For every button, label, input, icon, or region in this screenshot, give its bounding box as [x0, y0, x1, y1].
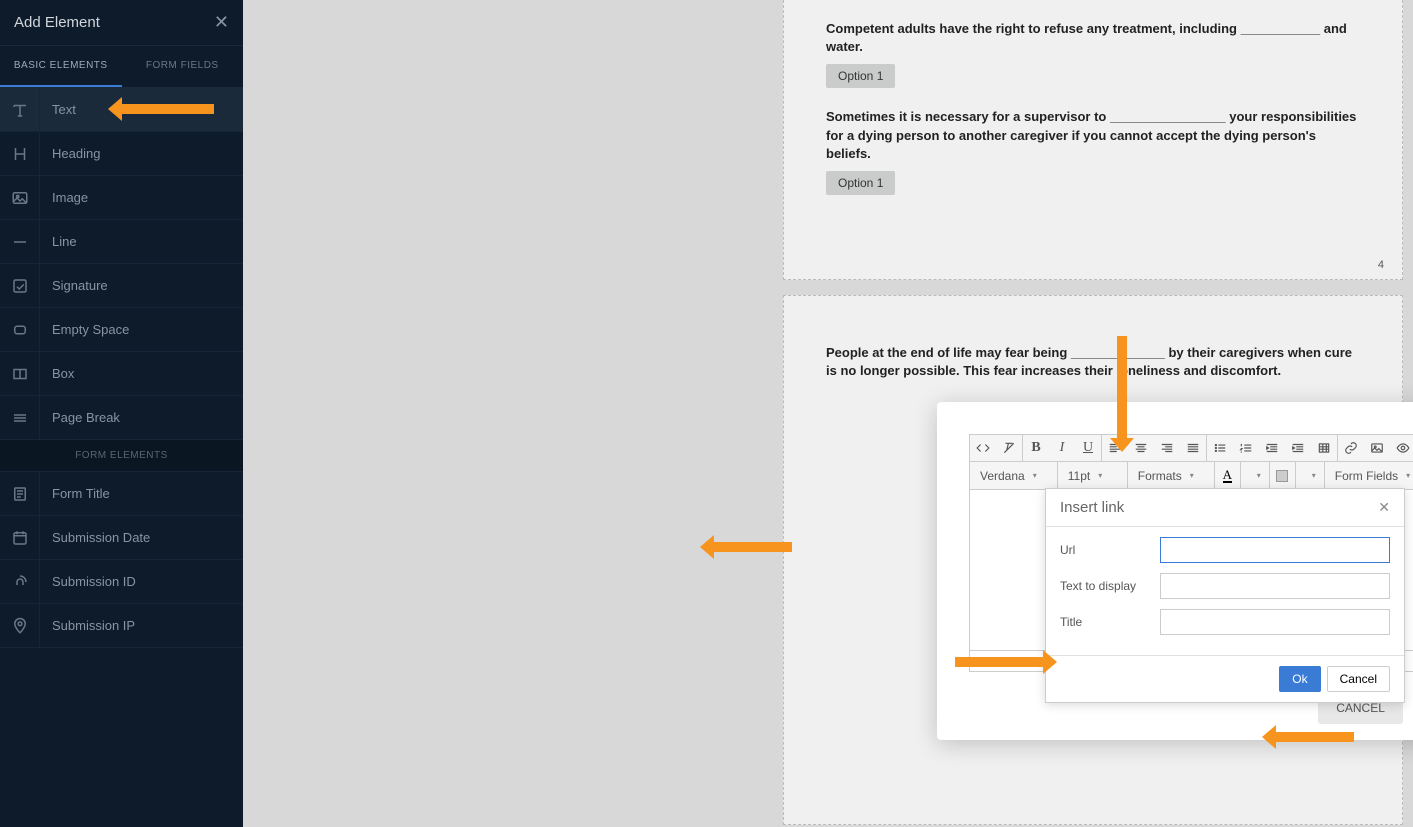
signature-icon: [0, 264, 40, 308]
heading-icon: [0, 132, 40, 176]
sidebar-item-signature[interactable]: Signature: [0, 264, 243, 308]
empty-space-icon: [0, 308, 40, 352]
question-text: Competent adults have the right to refus…: [826, 20, 1360, 56]
sidebar-list: Text Heading Image Line Signature Empty …: [0, 88, 243, 827]
question-text: Sometimes it is necessary for a supervis…: [826, 108, 1360, 163]
align-right-icon[interactable]: [1154, 435, 1180, 461]
option-chip[interactable]: Option 1: [826, 171, 895, 195]
text-to-display-label: Text to display: [1060, 579, 1160, 593]
tab-basic-elements[interactable]: BASIC ELEMENTS: [0, 46, 122, 87]
link-ok-button[interactable]: Ok: [1279, 666, 1320, 692]
link-popup-title: Insert link: [1060, 499, 1124, 516]
editor-toolbar-row-1: B I U: [970, 435, 1413, 462]
url-label: Url: [1060, 543, 1160, 557]
sidebar-item-text[interactable]: Text: [0, 88, 243, 132]
sidebar-item-label: Heading: [40, 146, 100, 161]
align-left-icon[interactable]: [1102, 435, 1128, 461]
tab-form-fields[interactable]: FORM FIELDS: [122, 46, 244, 87]
text-color-dropdown[interactable]: [1241, 462, 1270, 489]
sidebar-item-label: Image: [40, 190, 88, 205]
formats-select[interactable]: Formats: [1128, 462, 1215, 489]
bullet-list-icon[interactable]: [1207, 435, 1233, 461]
italic-button[interactable]: I: [1049, 435, 1075, 461]
sidebar-item-submission-ip[interactable]: Submission IP: [0, 604, 243, 648]
editor-toolbar-row-2: Verdana 11pt Formats A Form Fields: [970, 462, 1413, 490]
text-editor-modal: ✕ B I U: [937, 402, 1413, 740]
number-list-icon[interactable]: [1233, 435, 1259, 461]
sidebar: Add Element ✕ BASIC ELEMENTS FORM FIELDS…: [0, 0, 243, 827]
title-label: Title: [1060, 615, 1160, 629]
canvas: Competent adults have the right to refus…: [243, 0, 1413, 827]
text-color-button[interactable]: A: [1215, 462, 1241, 489]
sidebar-item-submission-id[interactable]: Submission ID: [0, 560, 243, 604]
sidebar-item-label: Submission IP: [40, 618, 135, 633]
sidebar-item-box[interactable]: Box: [0, 352, 243, 396]
image-icon: [0, 176, 40, 220]
clear-format-icon[interactable]: [996, 435, 1022, 461]
form-fields-select[interactable]: Form Fields: [1325, 462, 1413, 489]
bold-button[interactable]: B: [1023, 435, 1049, 461]
font-family-select[interactable]: Verdana: [970, 462, 1058, 489]
sidebar-item-label: Text: [40, 102, 76, 117]
table-icon[interactable]: [1311, 435, 1337, 461]
underline-button[interactable]: U: [1075, 435, 1101, 461]
sidebar-item-label: Signature: [40, 278, 108, 293]
sidebar-item-label: Page Break: [40, 410, 120, 425]
bg-color-button[interactable]: [1270, 462, 1296, 489]
link-cancel-button[interactable]: Cancel: [1327, 666, 1390, 692]
sidebar-item-line[interactable]: Line: [0, 220, 243, 264]
outdent-icon[interactable]: [1259, 435, 1285, 461]
form-title-icon: [0, 472, 40, 516]
font-size-select[interactable]: 11pt: [1058, 462, 1128, 489]
align-center-icon[interactable]: [1128, 435, 1154, 461]
link-popup-header: Insert link ✕: [1046, 489, 1404, 527]
page-number: 4: [1378, 259, 1384, 271]
bg-color-dropdown[interactable]: [1296, 462, 1325, 489]
sidebar-item-label: Submission ID: [40, 574, 136, 589]
line-icon: [0, 220, 40, 264]
sidebar-item-label: Box: [40, 366, 74, 381]
calendar-icon: [0, 516, 40, 560]
insert-link-popup: Insert link ✕ Url Text to display Title: [1045, 488, 1405, 703]
sidebar-item-heading[interactable]: Heading: [0, 132, 243, 176]
title-input[interactable]: [1160, 609, 1390, 635]
sidebar-item-label: Submission Date: [40, 530, 150, 545]
sidebar-item-submission-date[interactable]: Submission Date: [0, 516, 243, 560]
box-icon: [0, 352, 40, 396]
sidebar-item-page-break[interactable]: Page Break: [0, 396, 243, 440]
preview-icon[interactable]: [1390, 435, 1413, 461]
sidebar-item-label: Form Title: [40, 486, 110, 501]
close-icon[interactable]: ✕: [214, 12, 229, 33]
insert-image-icon[interactable]: [1364, 435, 1390, 461]
sidebar-item-empty-space[interactable]: Empty Space: [0, 308, 243, 352]
sidebar-title: Add Element: [14, 14, 100, 31]
link-popup-close-icon[interactable]: ✕: [1378, 499, 1390, 516]
editor-path: p: [978, 655, 984, 667]
align-justify-icon[interactable]: [1180, 435, 1206, 461]
sidebar-item-form-title[interactable]: Form Title: [0, 472, 243, 516]
link-icon[interactable]: [1338, 435, 1364, 461]
text-icon: [0, 88, 40, 132]
sidebar-tabs: BASIC ELEMENTS FORM FIELDS: [0, 46, 243, 88]
option-chip[interactable]: Option 1: [826, 64, 895, 88]
text-to-display-input[interactable]: [1160, 573, 1390, 599]
question-text: People at the end of life may fear being…: [826, 344, 1360, 380]
url-input[interactable]: [1160, 537, 1390, 563]
fingerprint-icon: [0, 560, 40, 604]
sidebar-item-label: Empty Space: [40, 322, 129, 337]
form-elements-section-label: FORM ELEMENTS: [0, 440, 243, 472]
page-break-icon: [0, 396, 40, 440]
location-icon: [0, 604, 40, 648]
source-code-icon[interactable]: [970, 435, 996, 461]
sidebar-header: Add Element ✕: [0, 0, 243, 46]
indent-icon[interactable]: [1285, 435, 1311, 461]
sidebar-item-label: Line: [40, 234, 77, 249]
page-4: Competent adults have the right to refus…: [783, 0, 1403, 280]
sidebar-item-image[interactable]: Image: [0, 176, 243, 220]
